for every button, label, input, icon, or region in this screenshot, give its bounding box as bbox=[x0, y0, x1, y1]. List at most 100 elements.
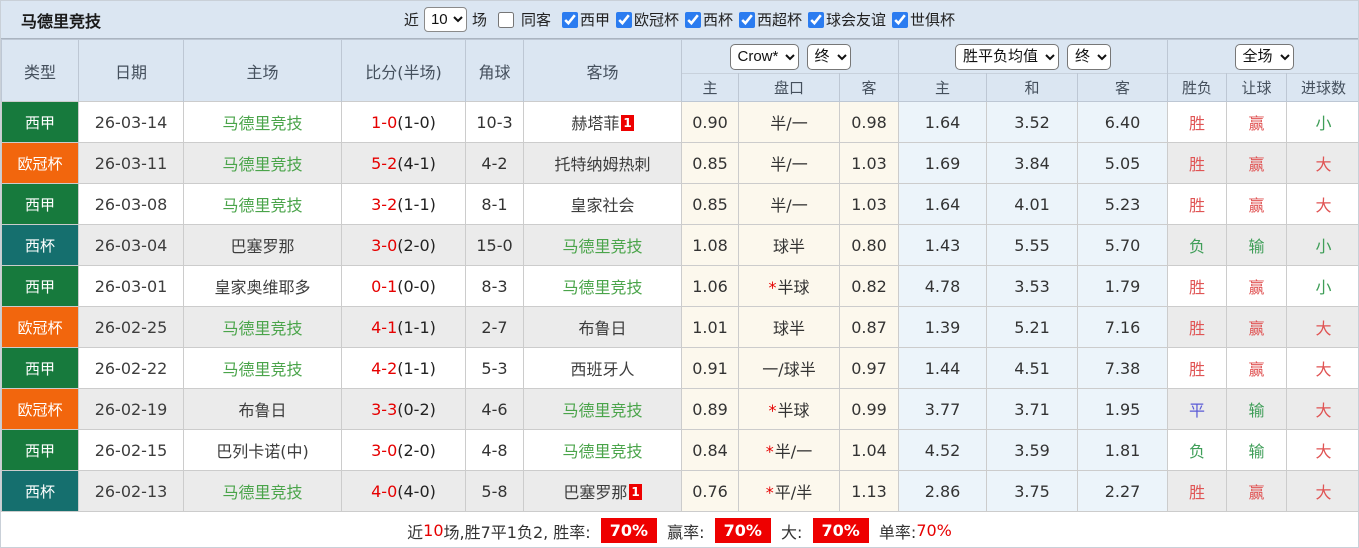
corner-cell: 4-6 bbox=[465, 388, 524, 430]
result-handicap-cell: 输 bbox=[1226, 388, 1288, 430]
handicap-line-cell: *半球 bbox=[738, 388, 840, 430]
away-team-name: 巴塞罗那 bbox=[563, 483, 628, 502]
col-header-score: 比分(半场) bbox=[341, 39, 466, 102]
avg-away-odds: 1.81 bbox=[1077, 429, 1169, 471]
date-cell: 26-02-19 bbox=[78, 388, 184, 430]
rate-badge: 70% bbox=[714, 518, 771, 543]
scope-select[interactable]: 全场 bbox=[1234, 43, 1294, 70]
handicap-home-odds: 0.76 bbox=[681, 470, 739, 512]
away-team-cell: 赫塔菲 1 bbox=[523, 101, 682, 143]
league-checkbox[interactable] bbox=[808, 11, 825, 28]
handicap-home-odds: 0.85 bbox=[681, 142, 739, 184]
handicap-home-odds: 0.91 bbox=[681, 347, 739, 389]
league-filter-group: 西甲 欧冠杯 西杯 西超杯 球会友谊 世俱杯 bbox=[556, 9, 955, 30]
league-filter-item: 球会友谊 bbox=[802, 9, 886, 30]
home-team-name: 巴列卡诺(中) bbox=[216, 442, 309, 461]
avg-away-odds: 1.79 bbox=[1077, 265, 1169, 307]
league-filter-item: 世俱杯 bbox=[886, 9, 955, 30]
league-checkbox[interactable] bbox=[739, 11, 756, 28]
handicap-away-odds: 0.82 bbox=[838, 265, 900, 307]
odds-type-select[interactable]: 胜平负均值 bbox=[955, 43, 1060, 70]
corner-cell: 4-8 bbox=[465, 429, 524, 471]
away-team-name: 赫塔菲 bbox=[571, 114, 620, 133]
handicap-line: 一/球半 bbox=[762, 360, 816, 379]
result-goals-cell: 大 bbox=[1286, 388, 1358, 430]
match-stats-panel: 马德里竞技 近 10 场 同客 西甲 欧冠杯 西杯 西超杯 球会友谊 世俱杯 类… bbox=[0, 0, 1359, 548]
bookmaker-time-select[interactable]: 终 bbox=[806, 43, 851, 70]
subcol-odds-draw: 和 bbox=[986, 73, 1079, 102]
table-row: 西甲 26-03-01 皇家奥维耶多 0-1(0-0) 8-3 马德里竞技 1.… bbox=[1, 265, 1358, 307]
home-team-cell: 巴列卡诺(中) bbox=[183, 429, 342, 471]
league-label: 西杯 bbox=[703, 11, 734, 29]
asterisk-mark: * bbox=[768, 401, 777, 420]
home-team-cell: 马德里竞技 bbox=[183, 347, 342, 389]
league-checkbox[interactable] bbox=[615, 11, 632, 28]
league-checkbox[interactable] bbox=[561, 11, 578, 28]
subcol-odds-home: 主 bbox=[898, 73, 988, 102]
avg-draw-odds: 3.59 bbox=[986, 429, 1079, 471]
handicap-line-cell: 球半 bbox=[738, 306, 840, 348]
score-cell: 5-2(4-1) bbox=[341, 142, 466, 184]
full-time-score: 3-3 bbox=[371, 399, 398, 419]
league-type-badge: 西杯 bbox=[1, 470, 79, 512]
away-team-name: 布鲁日 bbox=[578, 319, 627, 338]
half-time-score: (2-0) bbox=[397, 440, 436, 460]
result-goals-cell: 大 bbox=[1286, 347, 1358, 389]
result-handicap-cell: 赢 bbox=[1226, 183, 1288, 225]
result-goals-cell: 大 bbox=[1286, 470, 1358, 512]
result-goals-cell: 小 bbox=[1286, 265, 1358, 307]
full-time-score: 5-2 bbox=[371, 153, 398, 173]
full-time-score: 3-0 bbox=[371, 235, 398, 255]
score-cell: 4-0(4-0) bbox=[341, 470, 466, 512]
result-handicap-cell: 输 bbox=[1226, 224, 1288, 266]
avg-draw-odds: 3.52 bbox=[986, 101, 1079, 143]
full-time-score: 3-0 bbox=[371, 440, 398, 460]
handicap-line: 半/一 bbox=[770, 155, 808, 174]
result-goals-cell: 大 bbox=[1286, 306, 1358, 348]
col-header-away: 客场 bbox=[523, 39, 682, 102]
bookmaker-select[interactable]: Crow* bbox=[729, 43, 799, 70]
home-team-cell: 皇家奥维耶多 bbox=[183, 265, 342, 307]
handicap-line: 平/半 bbox=[774, 483, 813, 502]
same-venue-checkbox[interactable] bbox=[497, 11, 514, 28]
handicap-line: 半/一 bbox=[770, 196, 808, 215]
result-goals-cell: 大 bbox=[1286, 142, 1358, 184]
avg-home-odds: 4.52 bbox=[898, 429, 988, 471]
avg-home-odds: 1.44 bbox=[898, 347, 988, 389]
subcol-odds-away: 客 bbox=[1077, 73, 1169, 102]
table-row: 欧冠杯 26-02-19 布鲁日 3-3(0-2) 4-6 马德里竞技 0.89… bbox=[1, 388, 1358, 430]
handicap-line: 半/一 bbox=[774, 442, 813, 461]
subcol-result-handicap: 让球 bbox=[1226, 73, 1288, 102]
odds-time-select[interactable]: 终 bbox=[1067, 43, 1112, 70]
summary-text: 单率: bbox=[873, 522, 917, 542]
result-group-header: 全场 bbox=[1167, 39, 1358, 74]
red-card-badge: 1 bbox=[629, 484, 642, 500]
handicap-away-odds: 1.03 bbox=[838, 183, 900, 225]
avg-home-odds: 1.64 bbox=[898, 183, 988, 225]
home-team-cell: 马德里竞技 bbox=[183, 306, 342, 348]
avg-home-odds: 4.78 bbox=[898, 265, 988, 307]
avg-away-odds: 6.40 bbox=[1077, 101, 1169, 143]
odds-group-header: 胜平负均值 终 bbox=[898, 39, 1169, 74]
league-checkbox[interactable] bbox=[685, 11, 701, 28]
filter-bar: 近 10 场 同客 西甲 欧冠杯 西杯 西超杯 球会友谊 世俱杯 bbox=[404, 7, 955, 32]
avg-away-odds: 5.70 bbox=[1077, 224, 1169, 266]
match-summary: 近 10 场,胜7平1负2, 胜率: 70% 赢率: 70% 大: 70% 单率: 7… bbox=[1, 512, 1358, 547]
corner-cell: 10-3 bbox=[465, 101, 524, 143]
score-cell: 0-1(0-0) bbox=[341, 265, 466, 307]
score-cell: 4-2(1-1) bbox=[341, 347, 466, 389]
result-wdl-cell: 胜 bbox=[1167, 306, 1228, 348]
handicap-line: 半球 bbox=[777, 401, 810, 420]
handicap-line-cell: 半/一 bbox=[738, 101, 840, 143]
recent-count-select[interactable]: 10 bbox=[423, 7, 467, 32]
league-type-badge: 西甲 bbox=[1, 101, 79, 143]
home-team-name: 马德里竞技 bbox=[222, 483, 303, 502]
asterisk-mark: * bbox=[765, 442, 774, 461]
score-cell: 4-1(1-1) bbox=[341, 306, 466, 348]
result-handicap-cell: 赢 bbox=[1226, 347, 1288, 389]
handicap-group-header: Crow* 终 bbox=[680, 39, 900, 74]
handicap-line-cell: *半球 bbox=[738, 265, 840, 307]
league-checkbox[interactable] bbox=[892, 11, 909, 28]
league-label: 欧冠杯 bbox=[633, 11, 679, 29]
home-team-name: 巴塞罗那 bbox=[230, 237, 295, 256]
